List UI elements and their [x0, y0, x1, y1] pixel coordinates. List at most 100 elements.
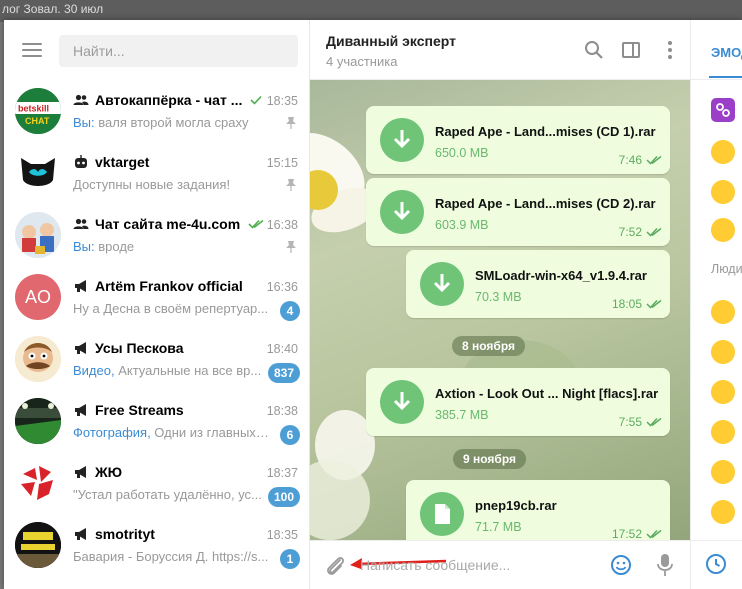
chat-header: Диванный эксперт 4 участника: [310, 20, 690, 80]
channel-megaphone-icon: [75, 404, 86, 416]
chat-item-free-streams[interactable]: Free Streams 18:38 Фотография, Одни из г…: [4, 392, 310, 454]
channel-megaphone-icon: [75, 528, 86, 540]
chat-time: 18:38: [266, 404, 298, 418]
chat-name-text: Free Streams: [95, 402, 184, 418]
chat-name: Автокаппёрка - чат ...: [73, 92, 245, 108]
avatar: [15, 522, 61, 568]
file-size: 385.7 MB: [435, 408, 489, 422]
chat-name-text: Чат сайта me-4u.com: [95, 216, 241, 232]
attach-paperclip-icon[interactable]: [324, 554, 346, 578]
crying-face-emoji-icon[interactable]: [711, 218, 735, 242]
chat-name: Усы Пескова: [73, 340, 245, 356]
star-struck-emoji-icon[interactable]: [711, 500, 735, 524]
double-check-icon: [646, 155, 662, 165]
chat-preview: Фотография, Одни из главных ...: [73, 425, 269, 440]
cancer-zodiac-emoji-icon[interactable]: [711, 98, 735, 122]
microphone-icon[interactable]: [656, 552, 674, 578]
download-icon[interactable]: [380, 118, 424, 162]
chat-name-text: ЖЮ: [95, 464, 123, 480]
avatar: [15, 212, 61, 258]
chat-item-artem-frankov[interactable]: AO Artëm Frankov official 16:36 Ну а Дес…: [4, 268, 310, 330]
betskill-logo-icon: betskill CHAT: [15, 88, 61, 134]
chat-item-avtokapperka[interactable]: betskill CHAT Автокаппёрка - чат ... 18:…: [4, 82, 310, 144]
chat-item-smotrityt[interactable]: smotrityt 18:35 Бавария - Боруссия Д. ht…: [4, 516, 310, 578]
file-size: 70.3 MB: [475, 290, 522, 304]
hamburger-menu-icon[interactable]: [22, 43, 42, 59]
chat-preview: Видео, Актуальные на все вр...: [73, 363, 263, 378]
emoji-smile-icon[interactable]: [610, 554, 632, 576]
chat-preview: "Устал работать удалённо, ус...: [73, 487, 269, 502]
date-separator: 8 ноября: [452, 336, 526, 356]
message-input[interactable]: [360, 553, 590, 577]
search-input[interactable]: [59, 35, 298, 67]
double-check-icon: [646, 529, 662, 539]
more-options-icon[interactable]: [660, 40, 680, 60]
chat-name: vktarget: [73, 154, 245, 170]
chat-time: 18:35: [266, 94, 298, 108]
smiling-face-emoji-icon[interactable]: [711, 300, 735, 324]
preview-sender: Вы:: [73, 239, 95, 254]
file-message[interactable]: Axtion - Look Out ... Night [flacs].rar …: [366, 368, 670, 436]
chat-time: 15:15: [266, 156, 298, 170]
telegram-window: betskill CHAT Автокаппёрка - чат ... 18:…: [4, 20, 742, 589]
chat-preview: Бавария - Боруссия Д. https://s...: [73, 549, 269, 564]
sidebar-toggle-icon[interactable]: [621, 40, 641, 60]
chat-member-count: 4 участника: [326, 54, 398, 69]
unread-badge: 1: [280, 549, 300, 569]
stadium-avatar-icon: [15, 398, 61, 444]
preview-text: Доступны новые задания!: [73, 177, 231, 192]
download-icon[interactable]: [420, 262, 464, 306]
tears-of-joy-emoji-icon[interactable]: [711, 340, 735, 364]
preview-sender: Фотография,: [73, 425, 151, 440]
slight-smile-emoji-icon[interactable]: [711, 380, 735, 404]
winking-tongue-emoji-icon[interactable]: [711, 460, 735, 484]
chat-name: Artëm Frankov official: [73, 278, 245, 294]
caricature-avatar-icon: [15, 336, 61, 382]
chat-item-usy-peskova[interactable]: Усы Пескова 18:40 Видео, Актуальные на в…: [4, 330, 310, 392]
chat-name-text: Artëm Frankov official: [95, 278, 243, 294]
avatar: [15, 150, 61, 196]
preview-sender: Видео,: [73, 363, 115, 378]
chat-item-me4u[interactable]: Чат сайта me-4u.com 16:38 Вы: вроде: [4, 206, 310, 268]
file-name: pnep19cb.rar: [475, 498, 557, 513]
chat-name: Чат сайта me-4u.com: [73, 216, 245, 232]
tab-emoji[interactable]: ЭМОДЗИ: [711, 45, 742, 60]
download-icon[interactable]: [380, 380, 424, 424]
file-message[interactable]: Raped Ape - Land...mises (CD 2).rar 603.…: [366, 178, 670, 246]
pin-icon: [286, 179, 296, 191]
document-icon[interactable]: [420, 492, 464, 536]
file-size: 603.9 MB: [435, 218, 489, 232]
emoji-section-label: Люди: [711, 262, 742, 276]
message-composer: [310, 540, 690, 589]
chat-name: smotrityt: [73, 526, 245, 542]
preview-text: вроде: [94, 239, 135, 254]
svg-text:betskill: betskill: [18, 104, 49, 114]
preview-text: Бавария - Боруссия Д. https://s...: [73, 549, 269, 564]
kissing-face-emoji-icon[interactable]: [711, 420, 735, 444]
file-message[interactable]: SMLoadr-win-x64_v1.9.4.rar 70.3 MB 18:05: [406, 250, 670, 318]
file-name: Raped Ape - Land...mises (CD 1).rar: [435, 124, 656, 139]
chat-name-text: Усы Пескова: [95, 340, 184, 356]
double-check-icon: [646, 227, 662, 237]
unamused-face-emoji-icon[interactable]: [711, 180, 735, 204]
chat-preview: Доступны новые задания!: [73, 177, 269, 192]
file-name: SMLoadr-win-x64_v1.9.4.rar: [475, 268, 647, 283]
file-message[interactable]: pnep19cb.rar 71.7 MB 17:52: [406, 480, 670, 540]
channel-megaphone-icon: [75, 466, 86, 478]
recent-clock-icon[interactable]: [705, 553, 727, 575]
chat-item-vktarget[interactable]: vktarget 15:15 Доступны новые задания!: [4, 144, 310, 206]
preview-text: валя второй могла сраху: [94, 115, 249, 130]
search-icon[interactable]: [584, 40, 604, 60]
group-icon: [73, 218, 89, 229]
file-name: Raped Ape - Land...mises (CD 2).rar: [435, 196, 656, 211]
preview-text: Одни из главных ...: [150, 425, 269, 440]
download-icon[interactable]: [380, 190, 424, 234]
chat-item-ju[interactable]: ЖЮ 18:37 "Устал работать удалённо, ус...…: [4, 454, 310, 516]
preview-text: Актуальные на все вр...: [114, 363, 262, 378]
message-area[interactable]: Raped Ape - Land...mises (CD 1).rar 650.…: [310, 80, 690, 540]
cartoon-avatar-icon: [15, 212, 61, 258]
grinning-face-emoji-icon[interactable]: [711, 140, 735, 164]
file-message[interactable]: Raped Ape - Land...mises (CD 1).rar 650.…: [366, 106, 670, 174]
chat-title[interactable]: Диванный эксперт: [326, 33, 456, 49]
message-time: 7:46: [618, 153, 642, 167]
